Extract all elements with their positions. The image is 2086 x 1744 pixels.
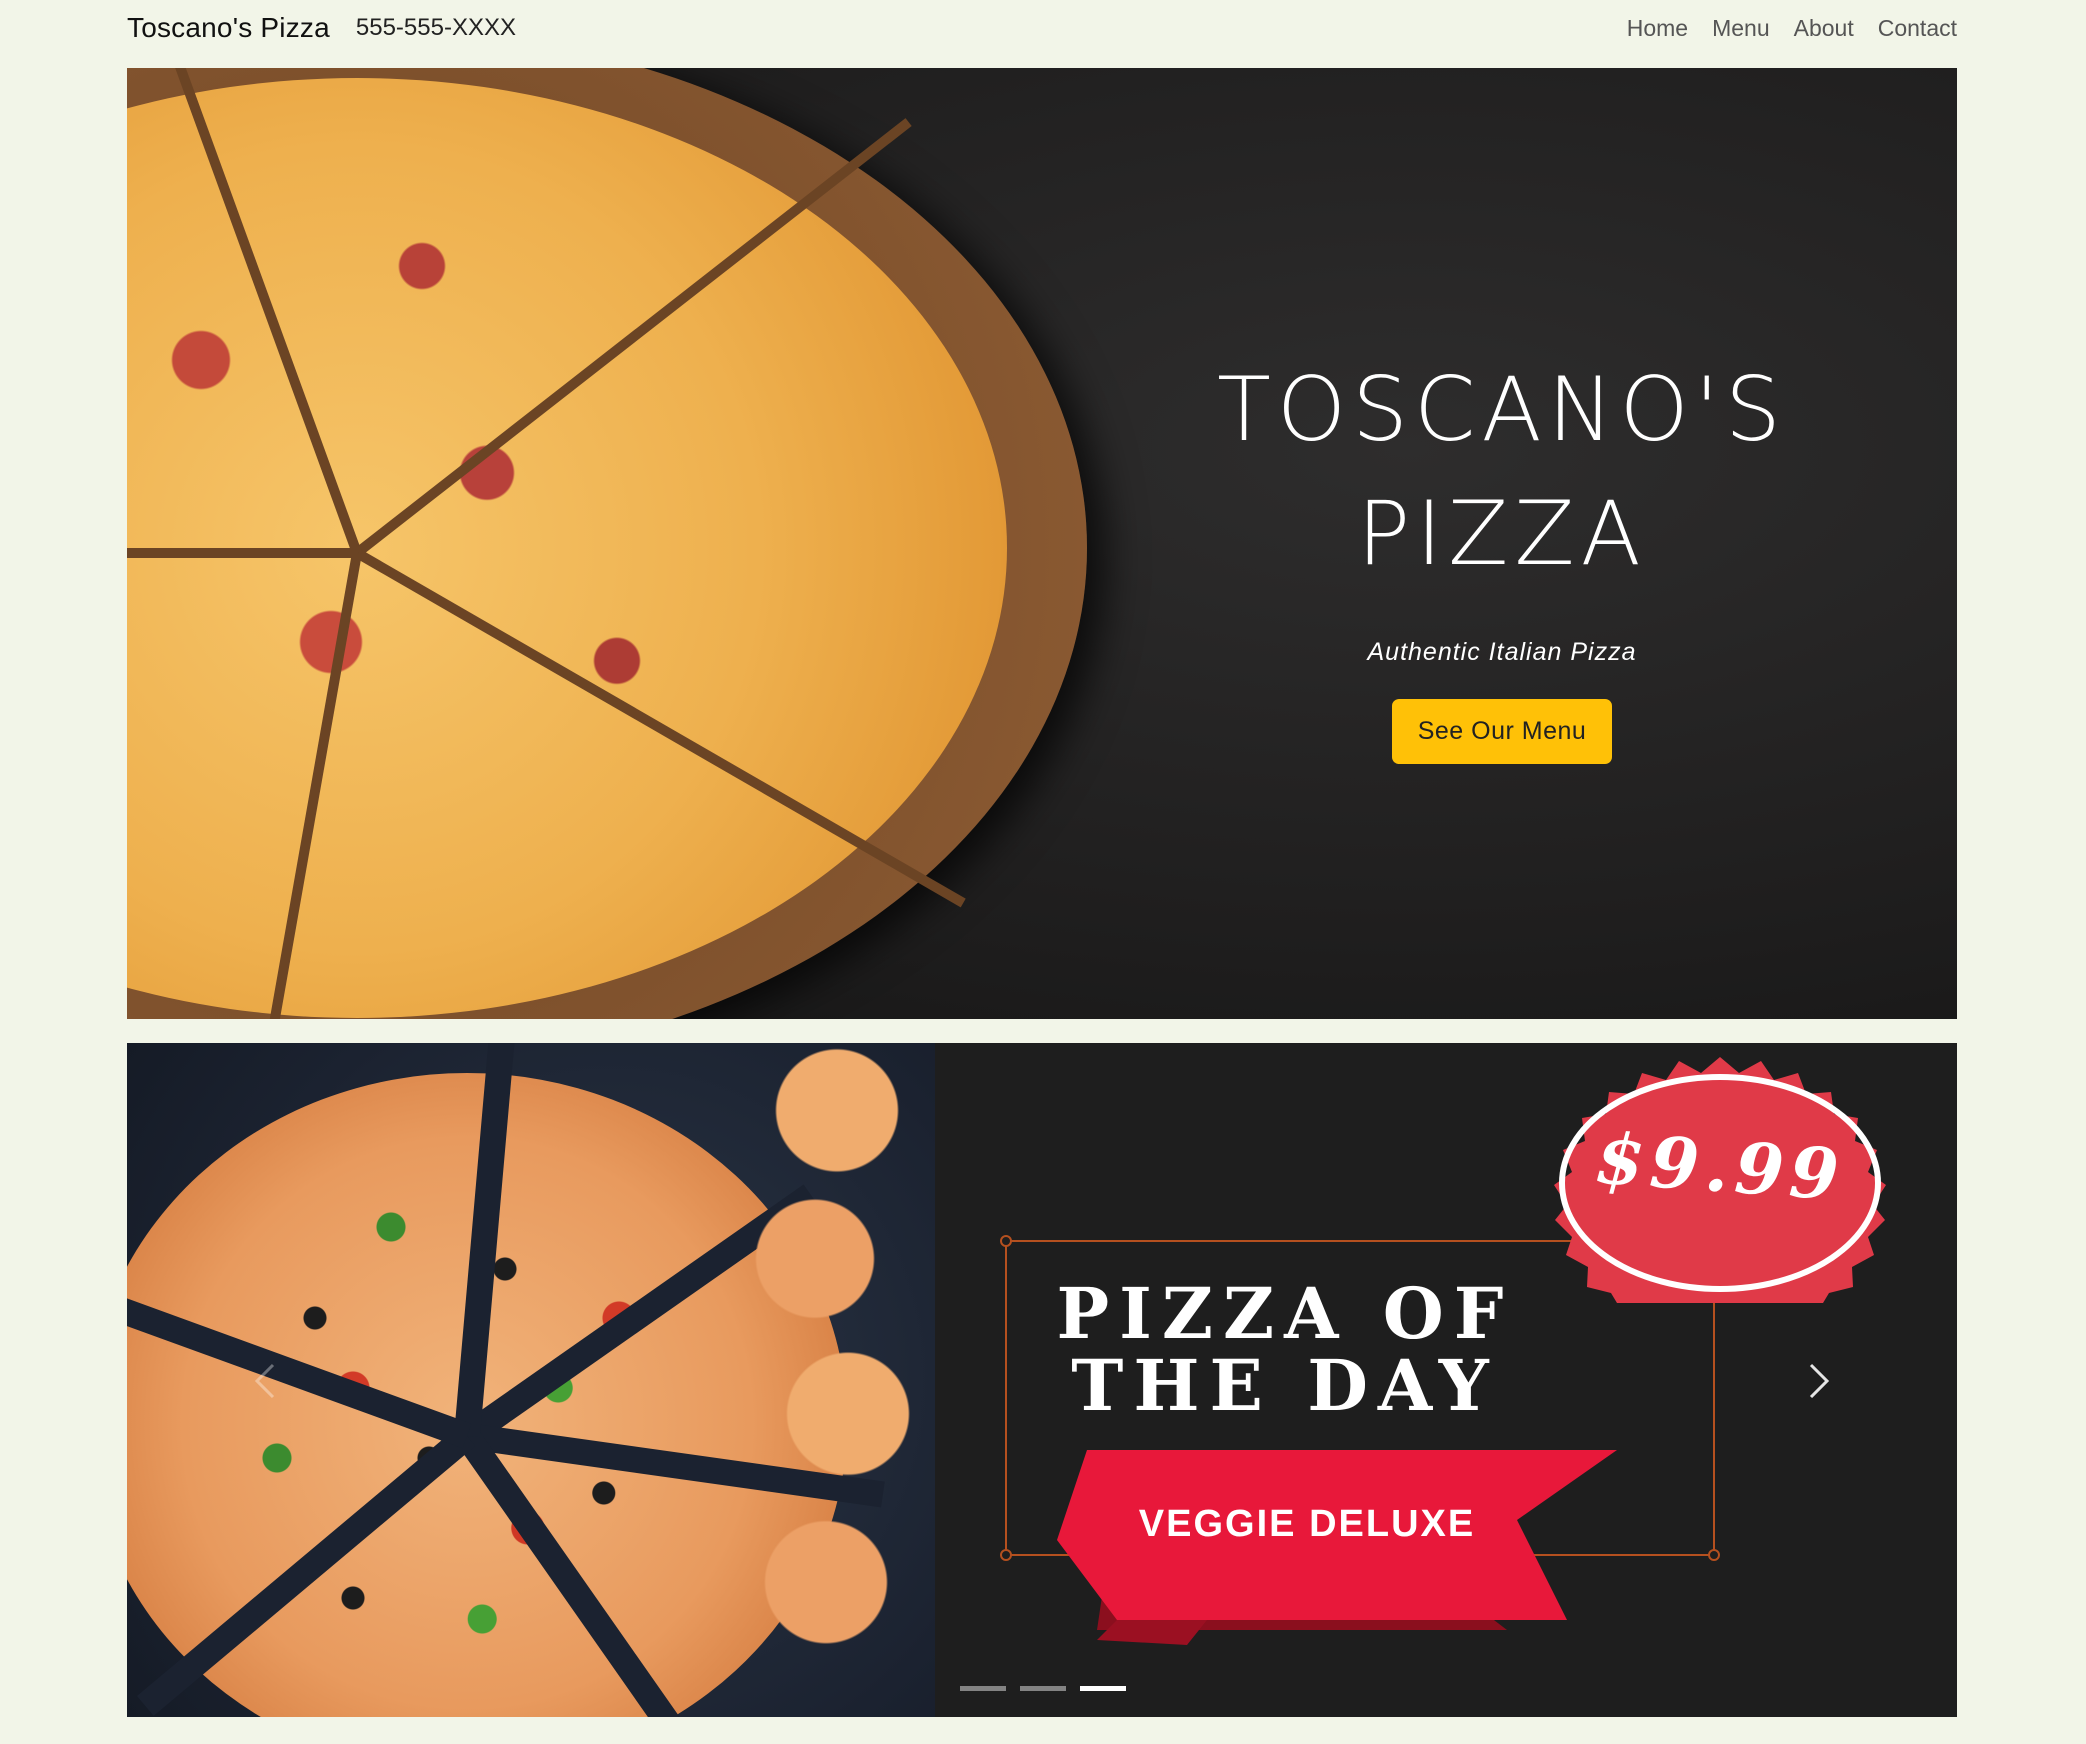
promo-title-line2: THE DAY	[1071, 1344, 1499, 1427]
promo-title: PIZZA OF THE DAY	[1005, 1278, 1565, 1422]
navbar: Toscano's Pizza 555-555-XXXX Home Menu A…	[127, 0, 1957, 56]
carousel-indicators	[960, 1686, 1126, 1691]
ribbon-banner	[1057, 1450, 1617, 1645]
phone-number: 555-555-XXXX	[355, 14, 516, 41]
carousel-indicator-1[interactable]	[960, 1686, 1006, 1691]
special-name: VEGGIE DELUXE	[1138, 1503, 1476, 1545]
carousel-indicator-3[interactable]	[1080, 1686, 1126, 1691]
carousel-next-button[interactable]	[1797, 1361, 1837, 1401]
nav-link-menu[interactable]: Menu	[1712, 15, 1770, 42]
chevron-left-icon	[254, 1363, 275, 1399]
hero-subtitle: Authentic Italian Pizza	[1367, 638, 1637, 666]
hero-banner: TOSCANO'S PIZZA Authentic Italian Pizza …	[127, 68, 1957, 1019]
see-menu-button[interactable]: See Our Menu	[1391, 699, 1613, 764]
nav-link-home[interactable]: Home	[1627, 15, 1688, 42]
carousel-indicator-2[interactable]	[1020, 1686, 1066, 1691]
hero-title: TOSCANO'S PIZZA	[1172, 348, 1832, 596]
nav-links: Home Menu About Contact	[1627, 15, 1957, 42]
hero-title-line2: PIZZA	[1357, 482, 1647, 585]
brand-link[interactable]: Toscano's Pizza	[127, 12, 330, 44]
hero-text: TOSCANO'S PIZZA Authentic Italian Pizza …	[1172, 348, 1832, 764]
promo-title-line1: PIZZA OF	[1056, 1272, 1514, 1355]
promo-carousel: PIZZA OF THE DAY VEGGIE DELUXE $9.99	[127, 1043, 1957, 1717]
hero-title-line1: TOSCANO'S	[1217, 358, 1787, 461]
nav-link-contact[interactable]: Contact	[1878, 15, 1957, 42]
chevron-right-icon	[1809, 1363, 1830, 1399]
nav-link-about[interactable]: About	[1794, 15, 1854, 42]
carousel-prev-button[interactable]	[247, 1361, 287, 1401]
